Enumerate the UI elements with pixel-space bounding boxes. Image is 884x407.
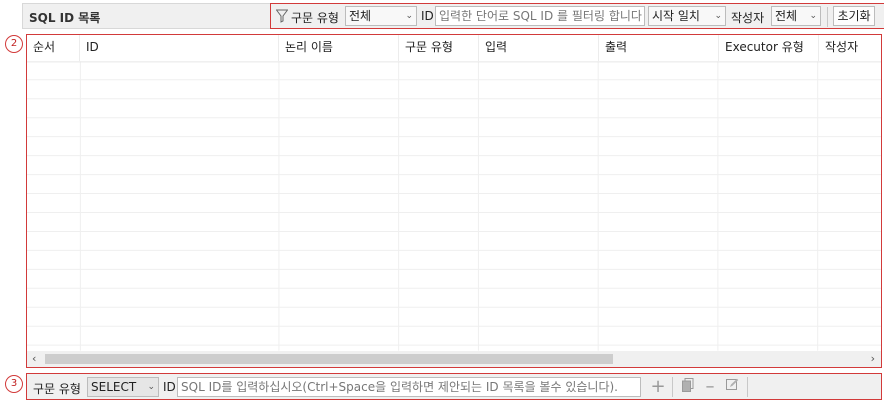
add-icon[interactable]: + (649, 378, 667, 396)
stmt-type-select[interactable]: SELECT ⌄ (87, 377, 159, 397)
stmt-type-filter-value: 전체 (349, 9, 372, 23)
funnel-icon (275, 9, 289, 23)
match-mode-select[interactable]: 시작 일치 ⌄ (648, 6, 726, 26)
column-header-author[interactable]: 작성자 (819, 35, 881, 61)
chevron-down-icon: ⌄ (714, 11, 722, 21)
toolbar-separator (747, 377, 748, 397)
horizontal-scrollbar[interactable]: ‹ › (27, 351, 881, 367)
remove-icon[interactable]: – (701, 378, 719, 396)
chevron-down-icon: ⌄ (405, 11, 413, 21)
copy-icon[interactable] (679, 378, 697, 396)
chevron-down-icon: ⌄ (809, 11, 817, 21)
id-filter-input[interactable] (435, 6, 645, 26)
annotation-marker-2: 2 (5, 35, 23, 53)
annotation-marker-3: 3 (5, 375, 23, 393)
scroll-left-icon[interactable]: ‹ (32, 352, 36, 365)
sql-id-input[interactable] (177, 377, 641, 397)
author-filter-label: 작성자 (731, 11, 765, 25)
scroll-right-icon[interactable]: › (871, 352, 875, 365)
filter-bar: 구문 유형 전체 ⌄ ID 시작 일치 ⌄ 작성자 전체 ⌄ 초기화 (270, 3, 884, 29)
stmt-type-label: 구문 유형 (33, 382, 81, 396)
sql-id-list-header: SQL ID 목록 구문 유형 전체 ⌄ ID 시작 일치 ⌄ 작성자 전체 ⌄… (22, 3, 884, 29)
edit-icon[interactable] (723, 378, 741, 396)
id-filter-label: ID (421, 9, 434, 23)
author-filter-value: 전체 (775, 9, 798, 23)
author-filter-select[interactable]: 전체 ⌄ (771, 6, 821, 26)
match-mode-value: 시작 일치 (652, 9, 700, 23)
panel-title: SQL ID 목록 (29, 11, 101, 25)
stmt-type-filter-select[interactable]: 전체 ⌄ (345, 6, 417, 26)
table-header: 순서 ID 논리 이름 구문 유형 입력 출력 Executor 유형 작성자 (27, 35, 881, 61)
column-header-order[interactable]: 순서 (27, 35, 80, 61)
column-header-logical-name[interactable]: 논리 이름 (279, 35, 399, 61)
toolbar-separator (672, 377, 673, 397)
stmt-type-value: SELECT (91, 380, 137, 394)
column-header-stmt-type[interactable]: 구문 유형 (399, 35, 479, 61)
sql-id-table: 순서 ID 논리 이름 구문 유형 입력 출력 Executor 유형 작성자 (26, 34, 882, 368)
toolbar-separator (827, 7, 828, 27)
column-header-id[interactable]: ID (80, 35, 279, 61)
column-header-executor-type[interactable]: Executor 유형 (719, 35, 819, 61)
sql-id-editor-bar: 구문 유형 SELECT ⌄ ID + – (26, 373, 882, 400)
column-header-input[interactable]: 입력 (479, 35, 599, 61)
scrollbar-thumb[interactable] (45, 354, 613, 364)
table-grid-lines (27, 61, 881, 351)
sql-id-label: ID (163, 380, 176, 394)
chevron-down-icon: ⌄ (147, 382, 155, 392)
column-header-output[interactable]: 출력 (599, 35, 719, 61)
reset-button[interactable]: 초기화 (833, 6, 875, 26)
stmt-type-filter-label: 구문 유형 (291, 11, 339, 25)
